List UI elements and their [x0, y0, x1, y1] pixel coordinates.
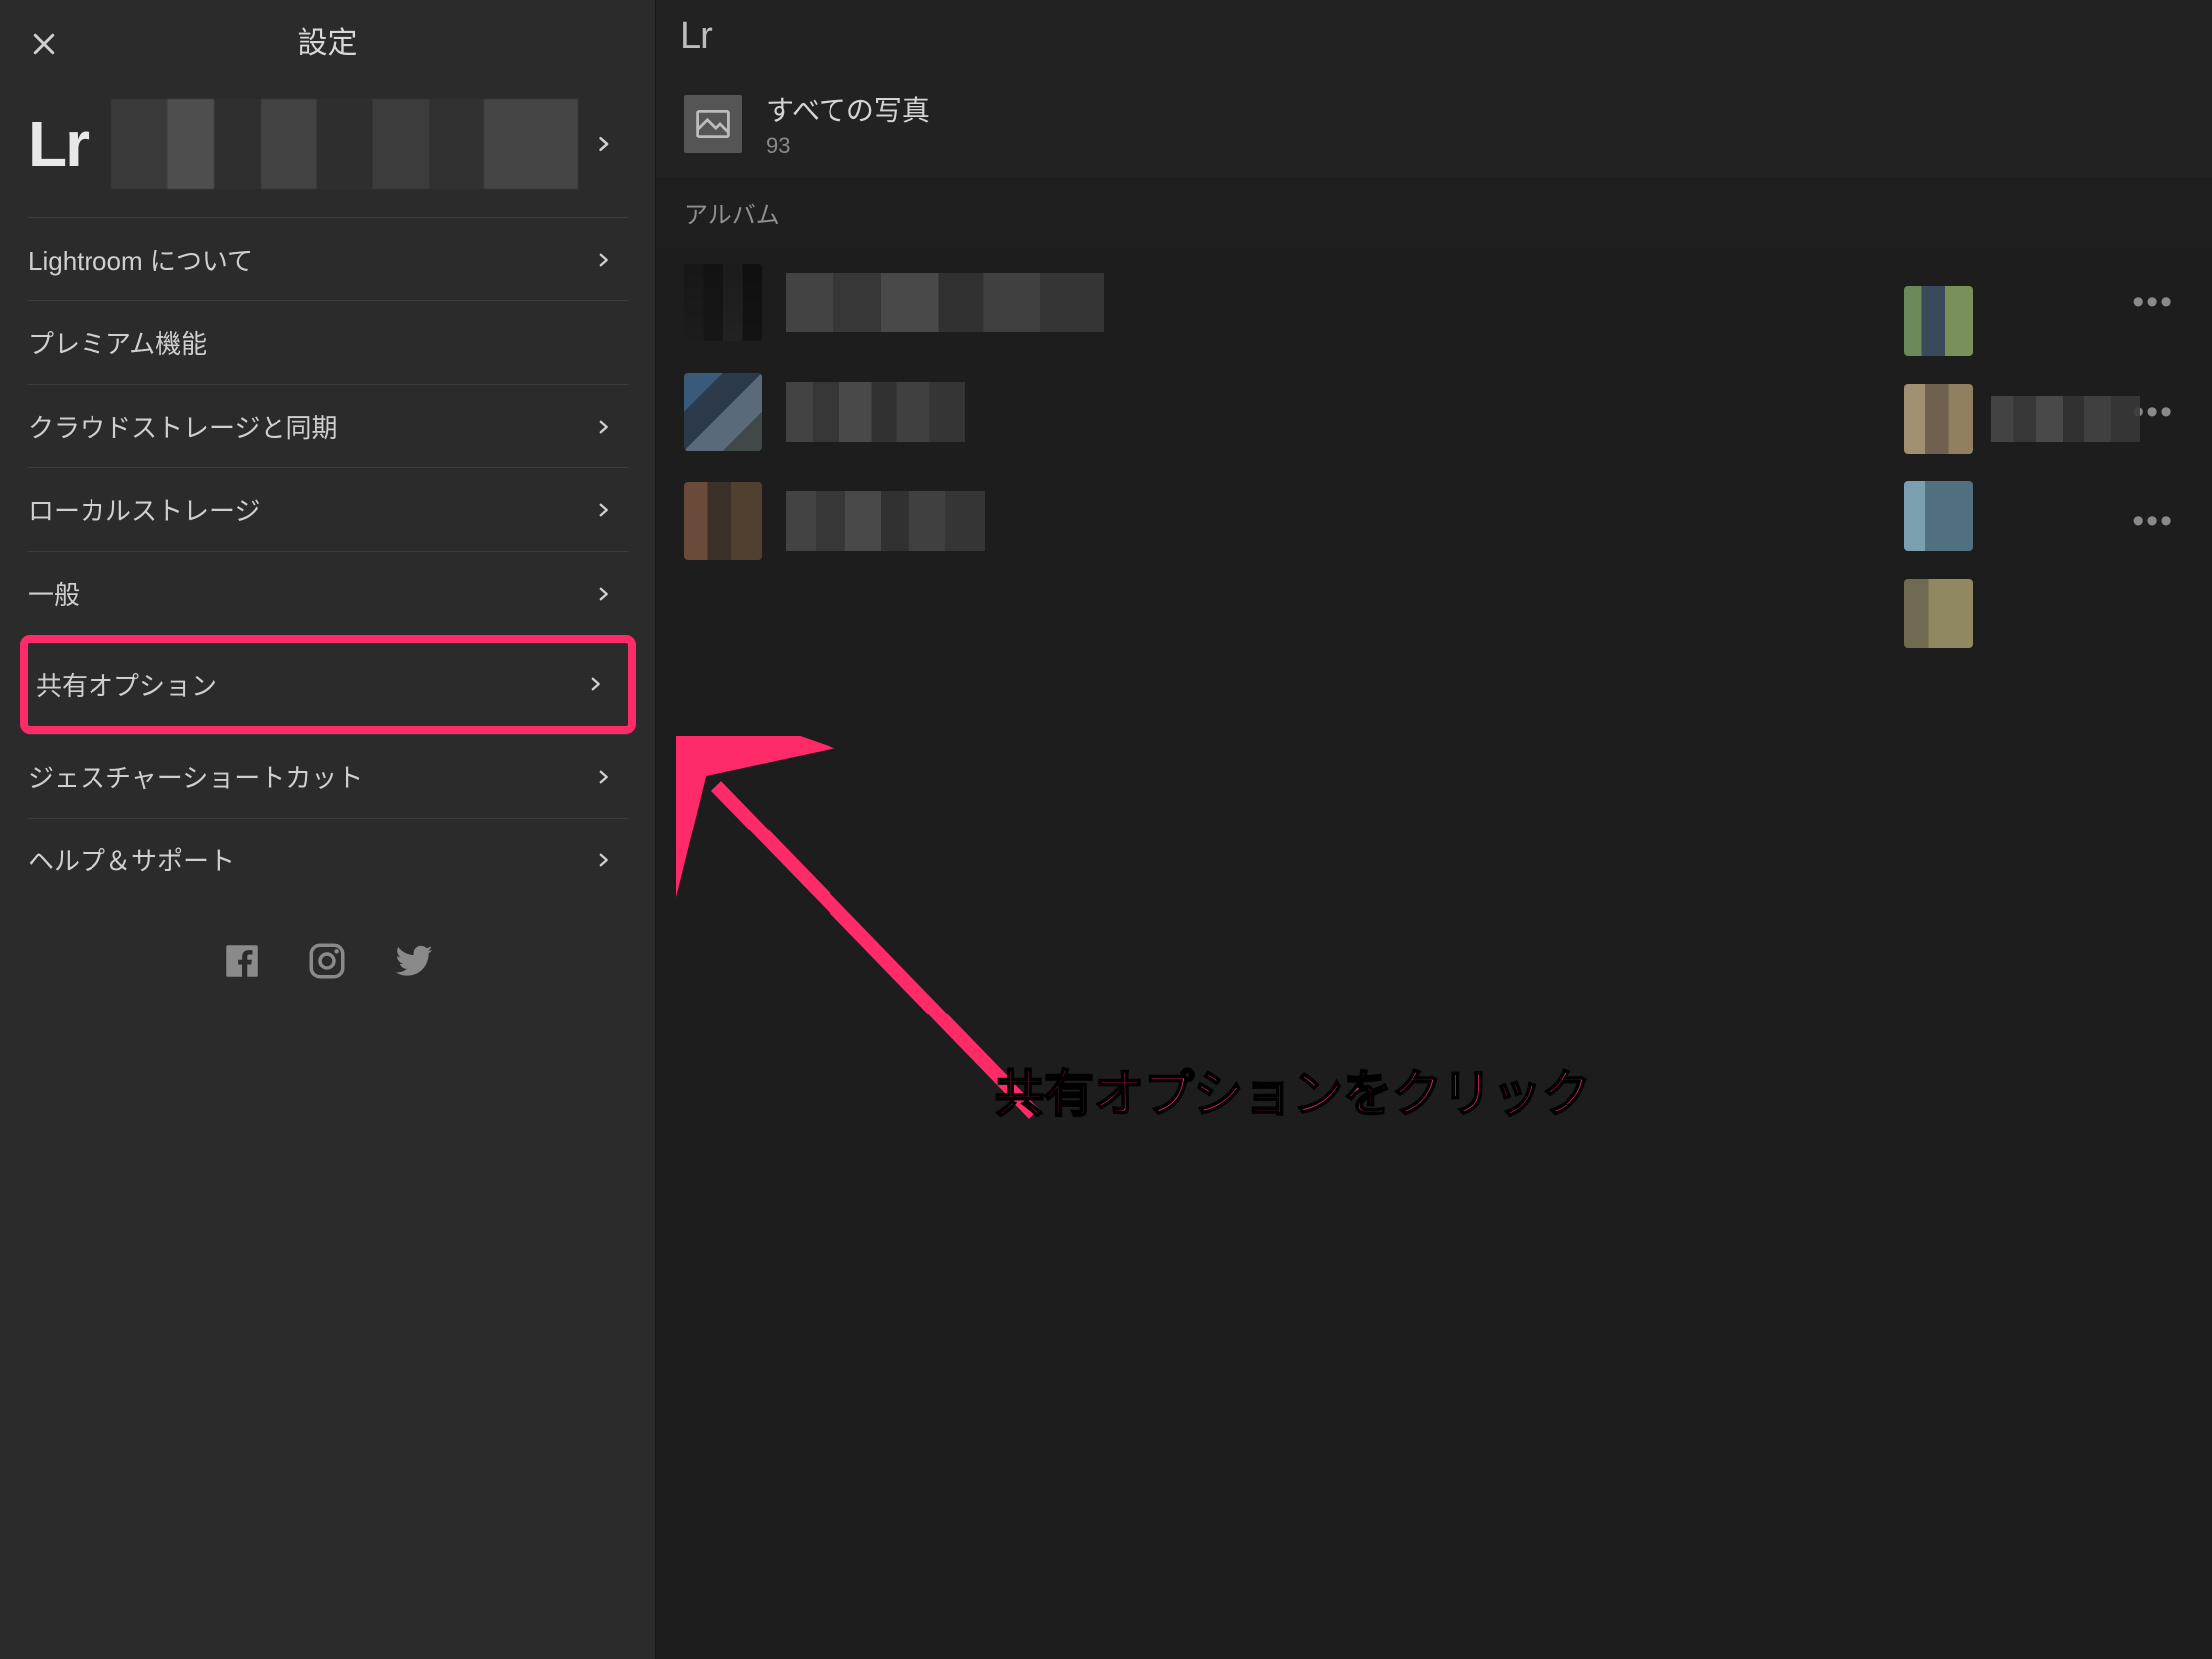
- chevron-right-icon: [586, 671, 604, 697]
- settings-item-gesture-shortcuts[interactable]: ジェスチャーショートカット: [28, 734, 628, 818]
- chevron-right-icon: [594, 414, 612, 440]
- settings-item-label: 一般: [28, 575, 80, 612]
- main-header: Lr: [656, 0, 2212, 72]
- settings-item-label: ヘルプ＆サポート: [28, 841, 235, 878]
- close-icon: [29, 29, 59, 59]
- library-main: Lr すべての写真 93 アルバム ••• •••: [656, 0, 2212, 1659]
- thumbnail: [1904, 384, 1973, 454]
- lightroom-logo: Lr: [28, 107, 88, 181]
- lightroom-logo-header: Lr: [680, 15, 712, 58]
- settings-item-cloud-sync[interactable]: クラウドストレージと同期: [28, 384, 628, 467]
- settings-item-share-options[interactable]: 共有オプション: [20, 635, 636, 734]
- settings-item-label: Lightroom について: [28, 241, 253, 277]
- settings-item-general[interactable]: 一般: [28, 551, 628, 635]
- right-thumbnail-strip: [1904, 286, 2212, 648]
- social-links: [0, 901, 655, 1020]
- list-item[interactable]: [1904, 481, 2190, 551]
- settings-item-label: プレミアム機能: [28, 324, 207, 361]
- album-title-redacted: [786, 382, 965, 442]
- account-info-redacted: [111, 99, 578, 189]
- album-title-redacted: [786, 491, 985, 551]
- settings-item-help-support[interactable]: ヘルプ＆サポート: [28, 818, 628, 901]
- label-redacted: [1991, 396, 2140, 442]
- albums-section-header: アルバム: [656, 177, 2212, 248]
- settings-header: 設定: [0, 0, 655, 80]
- list-item[interactable]: [1904, 579, 2190, 648]
- image-icon: [696, 110, 730, 138]
- chevron-right-icon: [594, 247, 612, 273]
- settings-item-label: 共有オプション: [36, 666, 217, 703]
- close-button[interactable]: [24, 24, 64, 64]
- thumbnail: [1904, 481, 1973, 551]
- chevron-right-icon: [594, 497, 612, 523]
- chevron-right-icon: [594, 764, 612, 790]
- settings-item-label: クラウドストレージと同期: [28, 408, 337, 445]
- chevron-right-icon: [593, 130, 613, 158]
- list-item[interactable]: [1904, 384, 2190, 454]
- facebook-icon[interactable]: [221, 940, 263, 982]
- all-photos-count: 93: [766, 133, 930, 159]
- album-thumbnail: [684, 373, 762, 451]
- all-photos-label: すべての写真: [766, 90, 930, 129]
- settings-panel: 設定 Lr Lightroom について プレミアム機能 クラウドストレージと同…: [0, 0, 656, 1659]
- settings-item-label: ジェスチャーショートカット: [28, 758, 363, 795]
- settings-item-label: ローカルストレージ: [28, 491, 260, 528]
- album-thumbnail: [684, 264, 762, 341]
- settings-item-local-storage[interactable]: ローカルストレージ: [28, 467, 628, 551]
- settings-title: 設定: [0, 18, 655, 62]
- settings-account-row[interactable]: Lr: [0, 80, 655, 217]
- chevron-right-icon: [594, 847, 612, 873]
- album-thumbnail: [684, 482, 762, 560]
- settings-item-premium[interactable]: プレミアム機能: [28, 300, 628, 384]
- all-photos-row[interactable]: すべての写真 93: [656, 72, 2212, 177]
- settings-item-about[interactable]: Lightroom について: [28, 217, 628, 300]
- album-title-redacted: [786, 273, 1104, 332]
- thumbnail: [1904, 286, 1973, 356]
- thumbnail: [1904, 579, 1973, 648]
- instagram-icon[interactable]: [306, 940, 348, 982]
- all-photos-icon: [684, 95, 742, 153]
- list-item[interactable]: [1904, 286, 2190, 356]
- settings-list: Lightroom について プレミアム機能 クラウドストレージと同期 ローカル…: [0, 217, 655, 901]
- twitter-icon[interactable]: [392, 939, 436, 983]
- chevron-right-icon: [594, 581, 612, 607]
